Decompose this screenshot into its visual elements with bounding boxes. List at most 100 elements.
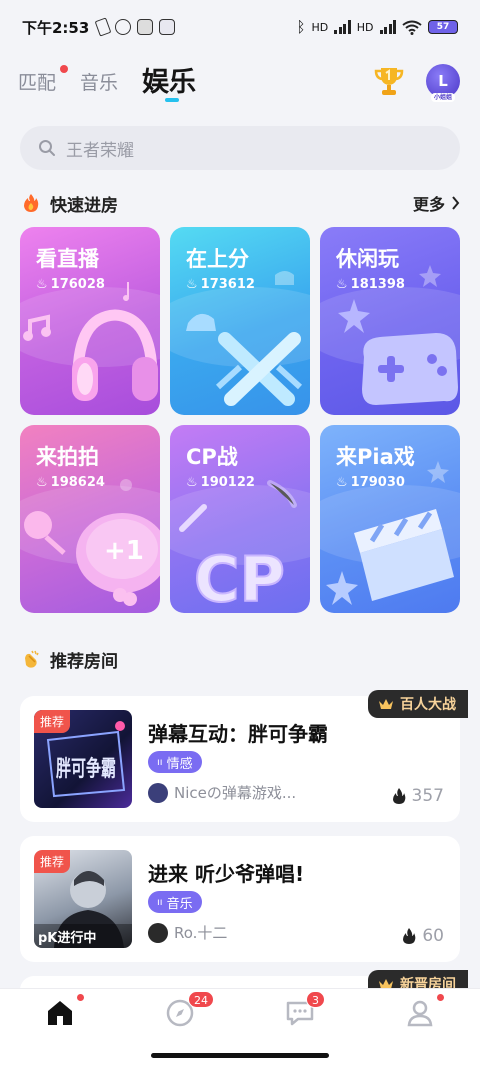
room-host: Niceの弹幕游戏... (148, 782, 296, 803)
card-count-value: 198624 (50, 475, 105, 490)
card-count: ♨ 190122 (186, 475, 255, 490)
room-category: ıı 情感 (148, 751, 202, 773)
card-count: ♨ 181398 (336, 277, 405, 292)
card-title: 休闲玩 (336, 247, 399, 271)
room-title: 弹幕互动：胖可争霸 (148, 722, 328, 746)
quick-enter-title: 快速进房 (50, 195, 118, 216)
card-count-value: 181398 (350, 277, 405, 292)
flame-icon: ♨ (186, 277, 198, 292)
quick-card-cp[interactable]: CP CP战 ♨ 190122 (170, 425, 310, 613)
search-placeholder: 王者荣耀 (66, 140, 134, 161)
tab-entertainment[interactable]: 娱乐 (142, 60, 196, 99)
card-title: 看直播 (36, 247, 99, 271)
bluetooth-icon: ᛒ (296, 18, 306, 36)
mute-icon (94, 17, 112, 37)
battery-indicator: 57 (428, 20, 458, 34)
heat-value: 60 (422, 926, 444, 946)
host-name: Niceの弹幕游戏... (174, 784, 297, 802)
card-title: CP战 (186, 445, 238, 469)
quick-card-casual[interactable]: 休闲玩 ♨ 181398 (320, 227, 460, 415)
home-dot (76, 993, 85, 1002)
host-avatar (148, 782, 168, 803)
room-category: ıı 音乐 (148, 891, 202, 913)
flame-icon: ♨ (186, 475, 198, 490)
quick-card-pat[interactable]: +1 来拍拍 ♨ 198624 (20, 425, 160, 613)
more-label: 更多 (412, 195, 445, 214)
more-link[interactable]: 更多 (413, 191, 460, 215)
room-card[interactable]: pK进行中 推荐 进来 听少爷弹唱! ıı 音乐 Ro.十二 60 (20, 836, 460, 962)
tab-match-dot (60, 65, 68, 73)
flame-icon: ♨ (36, 277, 48, 292)
card-count-value: 173612 (200, 277, 255, 292)
waveform-icon: ıı (157, 896, 163, 908)
room-host: Ro.十二 (148, 922, 227, 943)
room-title: 进来 听少爷弹唱! (148, 862, 305, 886)
flame-icon: ♨ (36, 475, 48, 490)
card-count-value: 190122 (200, 475, 255, 490)
avatar-initial: L (438, 72, 448, 90)
flame-icon (403, 928, 416, 944)
search-icon (39, 140, 55, 156)
alarm-icon (115, 19, 132, 35)
status-time: 下午2:53 (22, 18, 90, 37)
profile-icon[interactable] (404, 997, 436, 1029)
recommend-tag: 推荐 (34, 710, 71, 733)
waveform-icon: ıı (157, 756, 163, 768)
card-count-value: 179030 (350, 475, 405, 490)
host-name: Ro.十二 (174, 924, 228, 942)
card-count: ♨ 198624 (36, 475, 105, 490)
trophy-icon[interactable] (374, 65, 404, 97)
room-badge-label: 百人大战 (400, 697, 456, 713)
category-label: 音乐 (166, 896, 193, 912)
clapping-hands-icon (25, 650, 39, 668)
room-thumbnail: pK进行中 推荐 (34, 850, 132, 948)
quick-card-live[interactable]: 看直播 ♨ 176028 (20, 227, 160, 415)
tab-music[interactable]: 音乐 (80, 68, 118, 95)
signal-icon-2 (379, 20, 396, 34)
room-heat: 357 (392, 786, 444, 806)
card-count: ♨ 179030 (336, 475, 405, 490)
room-badge: 百人大战 (368, 690, 468, 718)
app-notification-icon-2 (159, 19, 176, 35)
recommend-tag: 推荐 (34, 850, 71, 873)
thumbnail-text: pK进行中 (38, 930, 96, 946)
quick-card-pia[interactable]: 来Pia戏 ♨ 179030 (320, 425, 460, 613)
thumbnail-text: 胖可争霸 (56, 756, 116, 782)
discover-badge: 24 (188, 991, 214, 1008)
wifi-icon (402, 20, 422, 35)
recommend-title: 推荐房间 (50, 651, 118, 672)
quick-card-rank[interactable]: 在上分 ♨ 173612 (170, 227, 310, 415)
avatar-tag: 小姐姐 (431, 93, 455, 102)
status-bar: 下午2:53 ᛒ HD HD 57 (0, 0, 480, 54)
tab-match[interactable]: 匹配 (18, 68, 56, 95)
room-thumbnail: 胖可争霸 推荐 (34, 710, 132, 808)
search-bar[interactable]: 王者荣耀 (20, 126, 460, 170)
card-title: 来拍拍 (36, 445, 99, 469)
home-icon[interactable] (44, 997, 76, 1029)
fire-icon (24, 194, 39, 212)
quick-enter-header: 快速进房 更多 (20, 188, 460, 218)
flame-icon: ♨ (336, 475, 348, 490)
app-notification-icon (137, 19, 154, 35)
profile-dot (436, 993, 445, 1002)
flame-icon: ♨ (336, 277, 348, 292)
card-title: 在上分 (186, 247, 249, 271)
active-tab-indicator (165, 98, 179, 102)
plus-one-text: +1 (104, 536, 144, 566)
card-title: 来Pia戏 (336, 445, 415, 469)
signal-icon (334, 20, 351, 34)
home-indicator (151, 1053, 329, 1058)
room-heat: 60 (402, 926, 444, 946)
category-label: 情感 (166, 756, 193, 772)
flame-icon (392, 788, 405, 804)
card-count: ♨ 173612 (186, 277, 255, 292)
network-label-2: HD (356, 20, 374, 34)
user-avatar[interactable]: L 小姐姐 (426, 64, 460, 102)
network-label-1: HD (311, 20, 329, 34)
host-avatar (148, 922, 168, 943)
crown-icon (379, 699, 393, 709)
recommend-header: 推荐房间 (20, 644, 460, 674)
message-badge: 3 (306, 991, 325, 1008)
chevron-right-icon (452, 196, 460, 210)
heat-value: 357 (411, 786, 444, 806)
